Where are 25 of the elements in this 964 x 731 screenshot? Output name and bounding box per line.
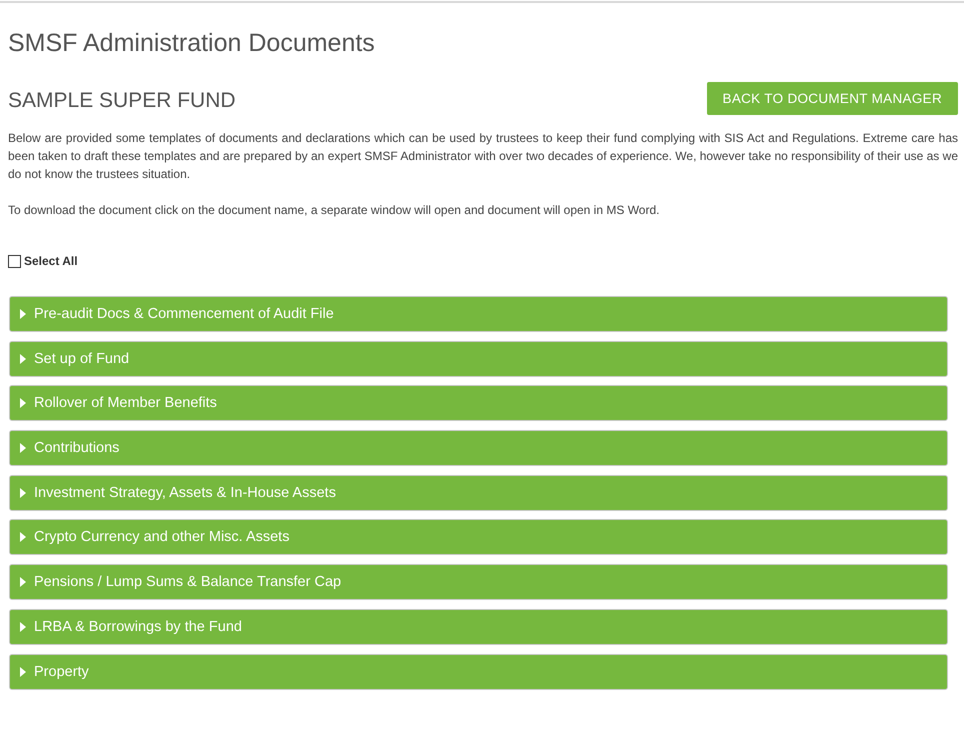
section-header[interactable]: Pre-audit Docs & Commencement of Audit File (9, 296, 948, 332)
section-header[interactable]: LRBA & Borrowings by the Fund (9, 608, 948, 645)
select-all-label: Select All (24, 254, 78, 268)
caret-icon (20, 488, 26, 498)
caret-icon (20, 309, 26, 319)
section-header[interactable]: Investment Strategy, Assets & In-House Assets (9, 474, 948, 511)
caret-icon (20, 443, 26, 454)
caret-icon (20, 666, 26, 676)
section-header[interactable]: Set up of Fund (9, 340, 948, 377)
caret-icon (20, 577, 26, 588)
section-header[interactable]: Pensions / Lump Sums & Balance Transfer Cap (9, 564, 948, 600)
intro-paragraph: To download the document click on the document name, a separate window will open and document will open in MS Word. (8, 202, 660, 219)
back-button[interactable]: BACK TO DOCUMENT MANAGER (706, 82, 958, 115)
intro-paragraph: Below are provided some templates of documents and declarations which can be used by trustees to keep their fund complying with SIS Act and Regulations. Extreme care has been taken to draft these templates and are prepared by an expert SMSF Administrator with over two decades of experience. We, however take no responsibility of their use as we do not know the trustees situation. (8, 130, 958, 183)
fund-name: SAMPLE SUPER FUND (8, 88, 236, 114)
page-title: SMSF Administration Documents (8, 28, 376, 58)
caret-icon (20, 398, 26, 408)
caret-icon (20, 622, 26, 632)
section-header[interactable]: Rollover of Member Benefits (9, 385, 948, 422)
select-all-checkbox[interactable] (8, 254, 21, 268)
section-header[interactable]: Crypto Currency and other Misc. Assets (9, 519, 948, 556)
section-header[interactable]: Property (9, 654, 948, 690)
caret-icon (20, 354, 26, 364)
caret-icon (20, 532, 26, 542)
section-header[interactable]: Contributions (9, 430, 948, 466)
